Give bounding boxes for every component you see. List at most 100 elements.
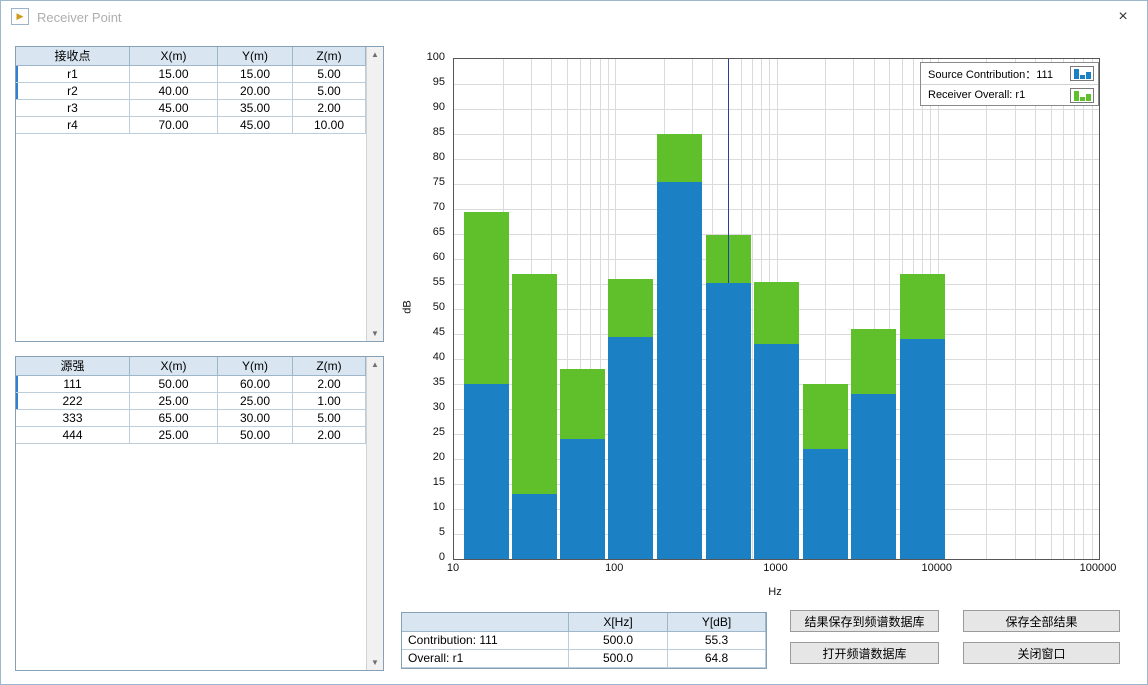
y-tick-label: 65 bbox=[399, 226, 445, 238]
overall-bar-segment bbox=[512, 274, 557, 494]
table-cell[interactable]: Contribution: 111 bbox=[402, 632, 569, 650]
y-tick-label: 15 bbox=[399, 476, 445, 488]
vertical-scrollbar[interactable]: ▲▼ bbox=[366, 357, 383, 670]
table-cell[interactable]: 55.3 bbox=[668, 632, 766, 650]
table-cell[interactable]: Overall: r1 bbox=[402, 650, 569, 668]
legend-label: Receiver Overall: r1 bbox=[928, 89, 1070, 101]
column-header: Y[dB] bbox=[668, 613, 766, 632]
save-all-results-button[interactable]: 保存全部结果 bbox=[963, 610, 1120, 632]
table-row[interactable]: r240.0020.005.00 bbox=[16, 83, 383, 100]
table-cell[interactable]: 60.00 bbox=[218, 376, 293, 393]
y-tick-label: 95 bbox=[399, 76, 445, 88]
y-tick-label: 20 bbox=[399, 451, 445, 463]
table-cell[interactable]: 65.00 bbox=[130, 410, 218, 427]
scroll-up-icon[interactable]: ▲ bbox=[367, 47, 383, 62]
table-row[interactable]: 33365.0030.005.00 bbox=[16, 410, 383, 427]
table-cell[interactable]: 15.00 bbox=[218, 66, 293, 83]
open-spectrum-db-button[interactable]: 打开频谱数据库 bbox=[790, 642, 939, 664]
table-row[interactable]: 22225.0025.001.00 bbox=[16, 393, 383, 410]
source-table[interactable]: 源强X(m)Y(m)Z(m)11150.0060.002.0022225.002… bbox=[15, 356, 384, 671]
gridline bbox=[1063, 59, 1064, 559]
table-cell[interactable]: 25.00 bbox=[130, 393, 218, 410]
window-title: Receiver Point bbox=[37, 10, 122, 25]
table-cell[interactable]: 20.00 bbox=[218, 83, 293, 100]
table-row[interactable]: Contribution: 111500.055.3 bbox=[402, 632, 766, 650]
y-tick-label: 85 bbox=[399, 126, 445, 138]
table-cell[interactable]: 45.00 bbox=[218, 117, 293, 134]
table-cell[interactable]: 25.00 bbox=[218, 393, 293, 410]
table-cell[interactable]: 45.00 bbox=[130, 100, 218, 117]
column-header: Z(m) bbox=[293, 47, 366, 66]
table-cell[interactable]: 500.0 bbox=[569, 650, 668, 668]
table-cell[interactable]: 30.00 bbox=[218, 410, 293, 427]
table-cell[interactable]: 5.00 bbox=[293, 410, 366, 427]
table-cell[interactable]: 40.00 bbox=[130, 83, 218, 100]
overall-bar-segment bbox=[464, 212, 509, 385]
cursor-line[interactable] bbox=[728, 59, 729, 283]
column-header: Y(m) bbox=[218, 47, 293, 66]
table-cell[interactable]: 444 bbox=[16, 427, 130, 444]
table-cell[interactable]: r2 bbox=[16, 83, 130, 100]
y-tick-label: 25 bbox=[399, 426, 445, 438]
table-cell[interactable]: 5.00 bbox=[293, 66, 366, 83]
table-cell[interactable]: r4 bbox=[16, 117, 130, 134]
table-cell[interactable]: 222 bbox=[16, 393, 130, 410]
receiver-point-window: ▶ Receiver Point × 接收点X(m)Y(m)Z(m)r115.0… bbox=[0, 0, 1148, 685]
close-window-button[interactable]: 关闭窗口 bbox=[963, 642, 1120, 664]
table-row[interactable]: r470.0045.0010.00 bbox=[16, 117, 383, 134]
gridline bbox=[1083, 59, 1084, 559]
table-cell[interactable]: 2.00 bbox=[293, 427, 366, 444]
table-header-row: X[Hz]Y[dB] bbox=[402, 613, 766, 632]
scroll-down-icon[interactable]: ▼ bbox=[367, 326, 383, 341]
gridline bbox=[752, 59, 753, 559]
vertical-scrollbar[interactable]: ▲▼ bbox=[366, 47, 383, 341]
table-cell[interactable]: 1.00 bbox=[293, 393, 366, 410]
table-cell[interactable]: 35.00 bbox=[218, 100, 293, 117]
plot-area[interactable] bbox=[453, 58, 1100, 560]
receiver-table[interactable]: 接收点X(m)Y(m)Z(m)r115.0015.005.00r240.0020… bbox=[15, 46, 384, 342]
y-tick-label: 35 bbox=[399, 376, 445, 388]
close-icon[interactable]: × bbox=[1111, 6, 1135, 28]
table-row[interactable]: Overall: r1500.064.8 bbox=[402, 650, 766, 668]
table-row[interactable]: r115.0015.005.00 bbox=[16, 66, 383, 83]
legend-row: Source Contribution：111 bbox=[921, 63, 1098, 84]
table-cell[interactable]: 2.00 bbox=[293, 376, 366, 393]
table-cell[interactable]: 50.00 bbox=[130, 376, 218, 393]
table-row[interactable]: 44425.0050.002.00 bbox=[16, 427, 383, 444]
table-cell[interactable]: 15.00 bbox=[130, 66, 218, 83]
table-cell[interactable]: 2.00 bbox=[293, 100, 366, 117]
x-tick-label: 100000 bbox=[1056, 562, 1140, 574]
table-cell[interactable]: 64.8 bbox=[668, 650, 766, 668]
column-header: X(m) bbox=[130, 357, 218, 376]
column-header: Z(m) bbox=[293, 357, 366, 376]
contribution-bar-segment bbox=[851, 394, 896, 559]
x-tick-label: 1000 bbox=[734, 562, 818, 574]
table-cell[interactable]: 333 bbox=[16, 410, 130, 427]
y-tick-label: 10 bbox=[399, 501, 445, 513]
table-cell[interactable]: 500.0 bbox=[569, 632, 668, 650]
table-cell[interactable]: 50.00 bbox=[218, 427, 293, 444]
gridline bbox=[986, 59, 987, 559]
column-header: 接收点 bbox=[16, 47, 130, 66]
scroll-down-icon[interactable]: ▼ bbox=[367, 655, 383, 670]
table-cell[interactable]: 5.00 bbox=[293, 83, 366, 100]
labview-app-icon: ▶ bbox=[11, 8, 29, 25]
table-cell[interactable]: r3 bbox=[16, 100, 130, 117]
table-cell[interactable]: 111 bbox=[16, 376, 130, 393]
table-cell[interactable]: 10.00 bbox=[293, 117, 366, 134]
scroll-up-icon[interactable]: ▲ bbox=[367, 357, 383, 372]
cursor-readout-table: X[Hz]Y[dB]Contribution: 111500.055.3Over… bbox=[401, 612, 767, 669]
save-to-spectrum-db-button[interactable]: 结果保存到频谱数据库 bbox=[790, 610, 939, 632]
table-header-row: 接收点X(m)Y(m)Z(m) bbox=[16, 47, 383, 66]
overall-bar-segment bbox=[803, 384, 848, 449]
table-cell[interactable]: 70.00 bbox=[130, 117, 218, 134]
table-row[interactable]: 11150.0060.002.00 bbox=[16, 376, 383, 393]
column-header: Y(m) bbox=[218, 357, 293, 376]
table-cell[interactable]: r1 bbox=[16, 66, 130, 83]
overall-bar-segment bbox=[900, 274, 945, 339]
table-row[interactable]: r345.0035.002.00 bbox=[16, 100, 383, 117]
y-tick-label: 70 bbox=[399, 201, 445, 213]
legend-series-icon bbox=[1070, 88, 1094, 103]
table-cell[interactable]: 25.00 bbox=[130, 427, 218, 444]
x-tick-label: 100 bbox=[572, 562, 656, 574]
